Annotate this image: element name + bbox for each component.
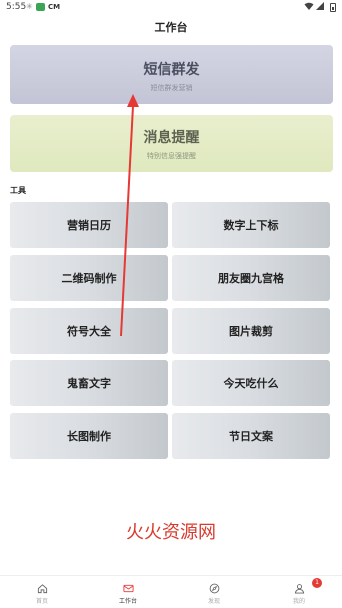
tool-glitch-text-button[interactable]: 鬼畜文字 bbox=[10, 360, 168, 406]
tab-discover[interactable]: 发现 bbox=[194, 583, 234, 605]
app-notification-icon bbox=[36, 3, 45, 11]
tab-label: 我的 bbox=[292, 598, 305, 605]
tool-image-crop-button[interactable]: 图片裁剪 bbox=[172, 308, 330, 354]
signal-icon bbox=[316, 2, 324, 10]
message-reminder-banner[interactable]: 消息提醒 特别信息强提醒 bbox=[10, 115, 333, 172]
notification-badge: 1 bbox=[312, 578, 322, 588]
cm-notification-icon: CM bbox=[48, 3, 61, 11]
tool-holiday-copy-button[interactable]: 节日文案 bbox=[172, 413, 330, 459]
banner-title: 短信群发 bbox=[143, 62, 200, 78]
watermark-text: 火火资源网 bbox=[126, 522, 216, 543]
tool-nine-grid-button[interactable]: 朋友圈九宫格 bbox=[172, 255, 330, 301]
page-title: 工作台 bbox=[154, 21, 188, 34]
tool-what-to-eat-button[interactable]: 今天吃什么 bbox=[172, 360, 330, 406]
status-bar: 5:55 ✳ CM bbox=[0, 0, 342, 14]
status-time: 5:55 bbox=[6, 2, 27, 12]
notification-icon: ✳ bbox=[26, 2, 33, 11]
battery-icon bbox=[330, 3, 336, 12]
sms-broadcast-banner[interactable]: 短信群发 短信群发营销 bbox=[10, 45, 333, 104]
user-icon bbox=[294, 584, 304, 594]
home-icon bbox=[37, 584, 47, 594]
mail-icon bbox=[122, 584, 134, 593]
tool-super-subscript-button[interactable]: 数字上下标 bbox=[172, 202, 330, 248]
tab-home[interactable]: 首页 bbox=[22, 583, 62, 605]
tab-label: 发现 bbox=[207, 598, 220, 605]
banner-subtitle: 短信群发营销 bbox=[150, 84, 193, 92]
banner-title: 消息提醒 bbox=[143, 130, 200, 146]
compass-icon bbox=[209, 583, 219, 594]
wifi-icon bbox=[304, 2, 314, 10]
tab-label: 工作台 bbox=[118, 598, 137, 605]
tab-profile[interactable]: 我的 1 bbox=[279, 578, 322, 605]
tool-marketing-calendar-button[interactable]: 营销日历 bbox=[10, 202, 168, 248]
banner-subtitle: 特别信息强提醒 bbox=[147, 152, 196, 160]
tool-qrcode-button[interactable]: 二维码制作 bbox=[10, 255, 168, 301]
tab-label: 首页 bbox=[35, 598, 48, 605]
tools-section-label: 工具 bbox=[10, 186, 26, 195]
tool-long-image-button[interactable]: 长图制作 bbox=[10, 413, 168, 459]
tool-symbols-button[interactable]: 符号大全 bbox=[10, 308, 168, 354]
tab-workbench[interactable]: 工作台 bbox=[108, 583, 148, 605]
bottom-tab-bar: 首页 工作台 发现 我的 1 bbox=[0, 575, 342, 608]
